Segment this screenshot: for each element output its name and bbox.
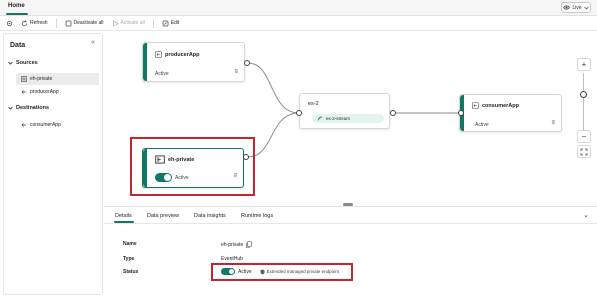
data-sidebar: Data « Sources eh-private producerApp De… [3, 33, 103, 295]
sources-section-header[interactable]: Sources [8, 60, 38, 66]
name-value-row: eh-private [221, 241, 253, 248]
refresh-icon [21, 19, 28, 26]
zoom-in-button[interactable]: + [577, 58, 591, 71]
tab-home[interactable]: Home [8, 3, 25, 9]
menu-icon[interactable]: ≡ [551, 120, 555, 126]
sidebar-item-eh-private[interactable]: eh-private [16, 73, 99, 85]
tab-details[interactable]: Details [115, 213, 132, 219]
sidebar-item-label: producerApp [30, 89, 59, 95]
destinations-label: Destinations [16, 105, 50, 111]
sidebar-item-label: consumerApp [30, 122, 61, 128]
activate-all-label: Activate all [120, 20, 145, 26]
node-status: Active [475, 122, 489, 128]
output-port[interactable] [390, 110, 396, 116]
toolbar-divider [55, 18, 57, 28]
collapse-panel-icon[interactable]: ⌄ [583, 211, 589, 219]
type-label: Type [123, 256, 135, 262]
node-title-label: es-2 [308, 101, 319, 107]
refresh-label: Refresh [30, 20, 48, 26]
node-title-label: consumerApp [482, 102, 519, 109]
chevron-down-icon [583, 6, 589, 9]
stream-icon [317, 115, 323, 121]
zoom-out-button[interactable]: − [577, 130, 591, 143]
menu-icon[interactable]: ≡ [234, 69, 238, 75]
deactivate-all-label: Deactivate all [73, 20, 104, 26]
active-tab-indicator [114, 221, 134, 223]
highlight-box [211, 263, 353, 281]
activate-all-button[interactable]: Activate all [112, 19, 145, 27]
node-producerapp[interactable]: producerApp Active ≡ [142, 42, 245, 82]
edit-button[interactable]: Edit [162, 20, 180, 27]
output-port[interactable] [244, 60, 250, 66]
edit-label: Edit [170, 20, 180, 26]
zoom-slider-track[interactable] [583, 73, 584, 133]
sidebar-item-consumerapp[interactable]: consumerApp [16, 119, 99, 131]
tab-runtime-logs[interactable]: Runtime logs [241, 213, 273, 219]
chevron-down-icon [8, 106, 13, 110]
name-label: Name [123, 241, 137, 247]
stream-chip[interactable]: es-2-stream [312, 114, 384, 123]
toolbar: Refresh Deactivate all Activate all Edit [0, 16, 597, 31]
topology-canvas[interactable]: producerApp Active ≡ eh-private Active ≡… [104, 33, 597, 205]
sidebar-item-label: eh-private [30, 76, 53, 82]
input-port[interactable] [296, 110, 302, 116]
node-consumerapp[interactable]: consumerApp Active ≡ [459, 94, 562, 132]
custom-app-icon [155, 51, 162, 58]
highlight-box [130, 137, 255, 196]
top-bar: Home Live [0, 0, 597, 16]
edit-icon [162, 20, 169, 26]
details-tabs: Details Data preview Data insights Runti… [104, 207, 597, 224]
refresh-button[interactable]: Refresh [21, 19, 48, 27]
type-value: EventHub [221, 256, 243, 262]
sources-label: Sources [16, 60, 38, 66]
sidebar-title: Data [10, 42, 26, 49]
live-dropdown[interactable]: Live [561, 2, 591, 13]
play-icon [112, 19, 119, 27]
settings-button[interactable] [6, 20, 13, 27]
sidebar-item-producerapp[interactable]: producerApp [16, 86, 99, 98]
chevron-down-icon [8, 61, 13, 65]
deactivate-all-button[interactable]: Deactivate all [65, 20, 104, 27]
stop-icon [65, 20, 71, 26]
live-label: Live [572, 4, 582, 11]
stream-chip-label: es-2-stream [326, 116, 351, 121]
node-es-2[interactable]: es-2 es-2-stream [299, 93, 390, 129]
tab-home-underline [6, 13, 28, 15]
name-value: eh-private [221, 241, 244, 248]
zoom-slider-handle[interactable] [580, 91, 587, 98]
custom-app-icon [21, 90, 26, 94]
input-port[interactable] [458, 110, 464, 116]
copy-icon[interactable] [246, 241, 253, 248]
node-title-label: producerApp [165, 51, 200, 58]
custom-app-icon [21, 123, 26, 127]
fit-view-icon [580, 148, 588, 155]
node-title: consumerApp [472, 102, 519, 109]
toolbar-divider [152, 18, 154, 28]
node-title: producerApp [155, 51, 200, 58]
tab-data-preview[interactable]: Data preview [147, 213, 179, 219]
node-accent-bar [143, 43, 147, 81]
node-status: Active [155, 71, 169, 77]
gear-icon [6, 20, 13, 26]
fit-view-button[interactable] [577, 145, 591, 158]
status-label: Status [123, 269, 139, 275]
details-panel: Details Data preview Data insights Runti… [104, 206, 597, 298]
eye-icon [563, 5, 571, 10]
custom-app-icon [472, 102, 479, 109]
eventhub-icon [21, 76, 27, 82]
collapse-sidebar-icon[interactable]: « [91, 39, 95, 46]
tab-data-insights[interactable]: Data insights [194, 213, 226, 219]
destinations-section-header[interactable]: Destinations [8, 105, 49, 111]
